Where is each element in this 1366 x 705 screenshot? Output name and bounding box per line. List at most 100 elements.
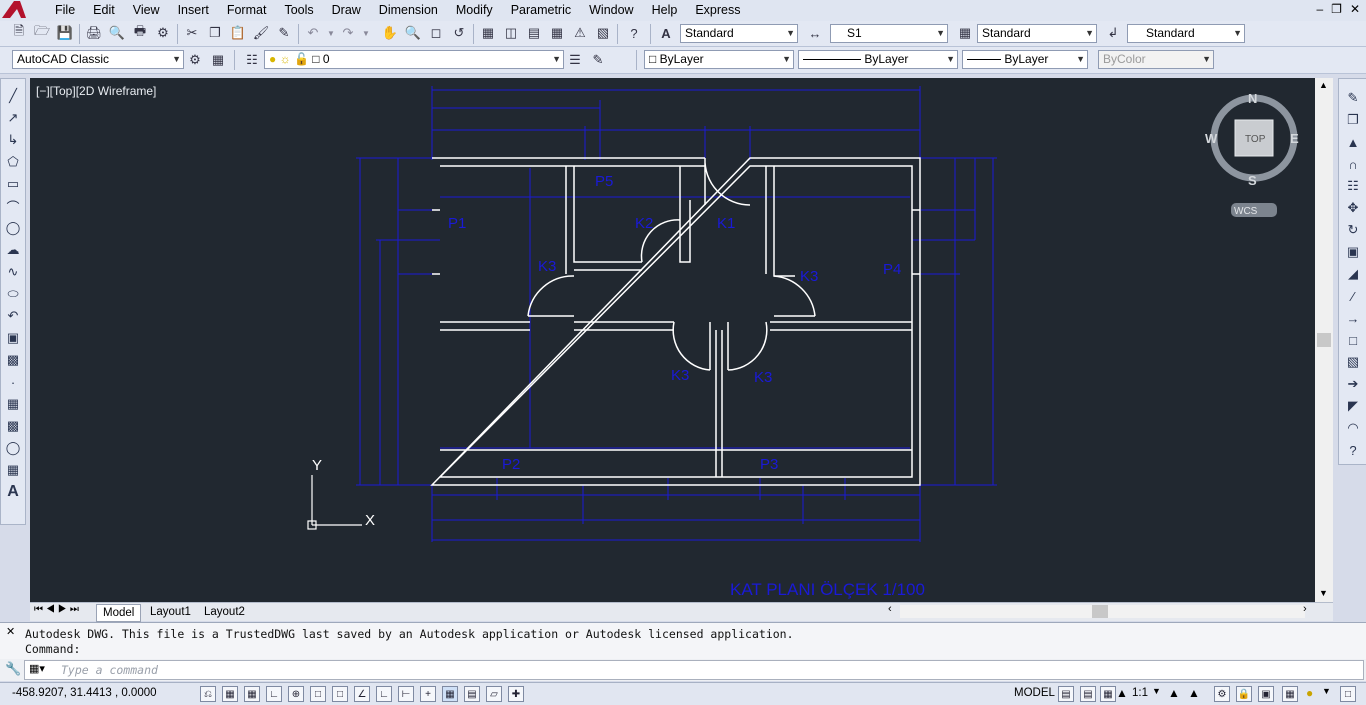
polygon-icon[interactable]: ⬠ [4,153,22,171]
menu-edit[interactable]: Edit [84,0,124,21]
join-icon[interactable]: ➔ [1344,375,1362,393]
array-icon[interactable]: ☷ [1344,177,1362,195]
workspace-switching-icon[interactable]: ⚙ [1214,686,1230,702]
revision-cloud-icon[interactable]: ☁ [4,241,22,259]
annotation-visibility-icon[interactable]: ▲ [1168,686,1180,700]
transparency-icon[interactable]: ▦ [442,686,458,702]
lineweight-icon[interactable]: + [420,686,436,702]
chevron-down-icon[interactable]: ▼ [1322,686,1331,696]
dim-style-icon[interactable]: ↔ [806,24,824,42]
color-select[interactable]: □ ByLayer ▼ [644,50,794,69]
object-snap-tracking-icon[interactable]: ∠ [354,686,370,702]
drawing-viewport[interactable]: P1 P5 K2 K1 K3 K3 P4 K3 K3 P2 P3 KAT PLA… [30,78,1315,602]
ortho-mode-icon[interactable]: ∟ [266,686,282,702]
layer-previous-icon[interactable]: ✎ [589,51,607,69]
table-style-icon[interactable]: ▦ [956,24,974,42]
3d-dwf-icon[interactable]: ⚙ [154,24,172,42]
text-style-icon[interactable]: A [657,24,675,42]
object-snap-icon[interactable]: □ [310,686,326,702]
workspace-settings-icon[interactable]: ⚙ [186,51,204,69]
horizontal-scrollbar[interactable] [900,605,1305,618]
clean-screen-icon[interactable]: □ [1340,686,1356,702]
tab-layout2[interactable]: Layout2 [198,604,251,620]
insert-block-icon[interactable]: ▣ [4,329,22,347]
restore-icon[interactable]: ❐ [1331,2,1342,16]
layer-properties-icon[interactable]: ☷ [243,51,261,69]
cut-icon[interactable]: ✂ [183,24,201,42]
paste-icon[interactable]: 📋 [229,24,247,42]
menu-help[interactable]: Help [643,0,687,21]
annotation-scale-icon[interactable]: ▲ [1116,686,1128,700]
menu-draw[interactable]: Draw [323,0,370,21]
copy-object-icon[interactable]: ❐ [1344,111,1362,129]
selection-cycling-icon[interactable]: ▱ [486,686,502,702]
plot-icon[interactable]: 🖨 [85,24,103,42]
menu-modify[interactable]: Modify [447,0,502,21]
scroll-up-icon[interactable]: ▲ [1319,80,1328,90]
copy-icon[interactable]: ❐ [206,24,224,42]
application-menu-button[interactable] [0,0,30,21]
make-current-layer-icon[interactable]: ☰ [566,51,584,69]
command-prompt-icon[interactable]: ▦▾ [29,662,45,675]
compass-south[interactable]: S [1248,173,1257,188]
help-icon[interactable]: ? [625,24,643,42]
line-icon[interactable]: ╱ [4,87,22,105]
pan-icon[interactable]: ✋ [381,24,399,42]
viewport-controls-label[interactable]: [−][Top][2D Wireframe] [36,84,156,98]
layer-select[interactable]: ● ☼ 🔓 □ 0 ▼ [264,50,564,69]
ellipse-icon[interactable]: ⬭ [4,285,22,303]
isolate-objects-icon[interactable]: ▣ [1258,686,1274,702]
lightbulb-icon[interactable]: ● [1306,686,1313,700]
command-input[interactable]: ▦▾ Type a command [24,660,1364,680]
menu-view[interactable]: View [124,0,169,21]
quick-view-drawings-icon[interactable]: ▤ [1080,686,1096,702]
break-icon[interactable]: ▧ [1344,353,1362,371]
dynamic-input-icon[interactable]: ⊢ [398,686,414,702]
trim-icon[interactable]: ∕ [1344,287,1362,305]
grid-display-icon[interactable]: ▦ [244,686,260,702]
polar-tracking-icon[interactable]: ⊕ [288,686,304,702]
undo-icon[interactable]: ↶ [304,24,322,42]
lineweight-select[interactable]: ByLayer ▼ [962,50,1088,69]
wcs-label[interactable]: WCS [1234,206,1258,217]
chamfer-icon[interactable]: ◤ [1344,397,1362,415]
arc-icon[interactable]: ⌒ [4,197,22,215]
auto-scale-icon[interactable]: ▲ [1188,686,1200,700]
snap-mode-icon[interactable]: ▦ [222,686,238,702]
ellipse-arc-icon[interactable]: ↶ [4,307,22,325]
tab-navigation-icons[interactable]: ⏮◀▶⏭ [34,604,82,615]
compass-north[interactable]: N [1248,91,1257,106]
minimize-icon[interactable]: – [1316,2,1323,16]
scroll-thumb[interactable] [1317,333,1331,347]
menu-express[interactable]: Express [686,0,749,21]
hardware-acceleration-icon[interactable]: ▦ [1282,686,1298,702]
erase-icon[interactable]: ✎ [1344,89,1362,107]
new-file-icon[interactable]: 🗎 [10,23,28,42]
infer-constraints-icon[interactable]: ⎌ [200,686,216,702]
tab-layout1[interactable]: Layout1 [144,604,197,620]
make-block-icon[interactable]: ▩ [4,351,22,369]
3d-object-snap-icon[interactable]: □ [332,686,348,702]
hatch-icon[interactable]: ▦ [4,395,22,413]
match-properties-icon[interactable]: 🖌 [252,24,270,42]
linetype-select[interactable]: ByLayer ▼ [798,50,958,69]
compass-east[interactable]: E [1290,131,1299,146]
extend-icon[interactable]: → [1344,309,1362,327]
scale-icon[interactable]: ▣ [1344,243,1362,261]
point-icon[interactable]: · [4,373,22,391]
table-icon[interactable]: ▦ [4,461,22,479]
menu-insert[interactable]: Insert [169,0,218,21]
viewcube[interactable]: TOP N S E W WCS [1205,91,1299,217]
redo-dropdown-icon[interactable]: ▼ [357,24,375,42]
region-icon[interactable]: ◯ [4,439,22,457]
workspace-select[interactable]: AutoCAD Classic ▼ [12,50,184,69]
properties-icon[interactable]: ▦ [479,24,497,42]
menu-parametric[interactable]: Parametric [502,0,580,21]
zoom-realtime-icon[interactable]: 🔍 [404,24,422,42]
publish-icon[interactable]: 🖶 [131,23,149,42]
dim-style-select[interactable]: S1 ▼ [830,24,948,43]
lock-ui-icon[interactable]: 🔒 [1236,686,1252,702]
floor-plan-canvas[interactable]: P1 P5 K2 K1 K3 K3 P4 K3 K3 P2 P3 KAT PLA… [30,78,1315,602]
menu-dimension[interactable]: Dimension [370,0,447,21]
menu-tools[interactable]: Tools [275,0,322,21]
